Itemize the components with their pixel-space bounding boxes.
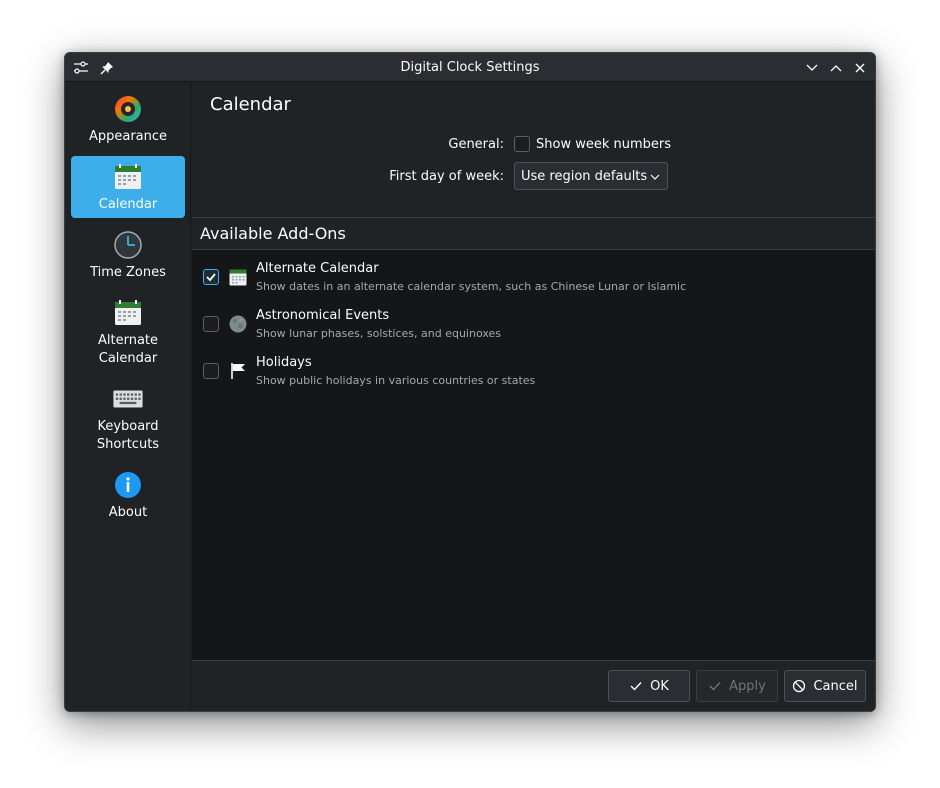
checkmark-icon <box>206 273 216 282</box>
sidebar-item-label: About <box>108 505 148 520</box>
calendar-settings-pane: Calendar General: Show week numbers Firs… <box>192 82 875 218</box>
addon-description: Show public holidays in various countrie… <box>256 374 536 387</box>
apply-button[interactable]: Apply <box>696 670 778 702</box>
addon-name: Astronomical Events <box>256 308 390 323</box>
show-week-numbers-label: Show week numbers <box>536 136 672 152</box>
sidebar-item-label: Keyboard Shortcuts <box>96 419 160 452</box>
addon-list: Alternate Calendar Show dates in an alte… <box>192 250 875 391</box>
cancel-label: Cancel <box>813 678 858 694</box>
list-item-alternate-calendar[interactable]: Alternate Calendar Show dates in an alte… <box>192 250 875 297</box>
sidebar-item-label: Appearance <box>88 129 168 144</box>
sidebar-item-appearance[interactable]: Appearance <box>71 88 185 150</box>
list-item-astronomical-events[interactable]: Astronomical Events Show lunar phases, s… <box>192 297 875 344</box>
addon-checkbox[interactable] <box>203 316 219 332</box>
show-week-numbers-checkbox[interactable] <box>514 136 530 152</box>
window-title: Digital Clock Settings <box>400 60 540 75</box>
addon-description: Show dates in an alternate calendar syst… <box>256 280 687 293</box>
list-item-holidays[interactable]: Holidays Show public holidays in various… <box>192 344 875 391</box>
ok-button[interactable]: OK <box>608 670 690 702</box>
dialog-button-bar: OK Apply Cancel <box>192 660 875 711</box>
title-bar[interactable]: Digital Clock Settings <box>65 53 875 82</box>
cancel-button[interactable]: Cancel <box>784 670 866 702</box>
pin-icon <box>100 62 113 75</box>
first-day-of-week-dropdown[interactable]: Use region defaults <box>514 162 668 190</box>
keyboard-icon <box>113 390 143 408</box>
first-day-label: First day of week: <box>389 169 504 184</box>
sidebar-item-label: Alternate Calendar <box>97 333 159 366</box>
general-label: General: <box>448 137 504 152</box>
info-icon <box>115 472 141 498</box>
sidebar-item-keyboard-shortcuts[interactable]: Keyboard Shortcuts <box>71 378 185 458</box>
addon-description: Show lunar phases, solstices, and equino… <box>256 327 502 340</box>
moon-icon <box>229 315 247 333</box>
checkmark-icon <box>709 682 721 691</box>
sidebar-item-time-zones[interactable]: Time Zones <box>71 224 185 286</box>
pin-button[interactable] <box>96 57 118 79</box>
settings-window: Digital Clock Settings Appearance Calend… <box>64 52 876 712</box>
sidebar-item-about[interactable]: About <box>71 464 185 526</box>
chevron-down-icon <box>650 174 660 180</box>
chevron-up-icon <box>830 65 842 72</box>
ok-label: OK <box>650 678 669 694</box>
category-sidebar: Appearance Calendar Time Zones Alternate… <box>65 82 191 711</box>
calendar-icon <box>115 164 141 189</box>
addons-title: Available Add-Ons <box>200 224 346 243</box>
maximize-button[interactable] <box>825 57 847 79</box>
apply-label: Apply <box>729 678 766 694</box>
cancel-icon <box>793 679 806 693</box>
calendar-icon <box>115 300 141 325</box>
checkmark-icon <box>630 682 642 691</box>
sidebar-item-label: Time Zones <box>90 265 166 280</box>
addons-header: Available Add-Ons <box>192 218 875 250</box>
window-menu-button[interactable] <box>70 57 92 79</box>
addon-name: Alternate Calendar <box>256 261 379 276</box>
chevron-down-icon <box>806 64 818 71</box>
sliders-icon <box>74 61 88 74</box>
show-week-numbers-row[interactable]: Show week numbers <box>514 136 671 152</box>
sidebar-item-alternate-calendar[interactable]: Alternate Calendar <box>71 292 185 372</box>
minimize-button[interactable] <box>801 57 823 79</box>
addon-checkbox[interactable] <box>203 269 219 285</box>
flag-icon <box>231 363 245 379</box>
sidebar-item-calendar[interactable]: Calendar <box>71 156 185 218</box>
page-title: Calendar <box>210 94 291 115</box>
sidebar-item-label: Calendar <box>98 197 158 212</box>
addon-checkbox[interactable] <box>203 363 219 379</box>
close-icon <box>855 63 865 73</box>
dropdown-value: Use region defaults <box>521 168 648 184</box>
addon-name: Holidays <box>256 355 312 370</box>
clock-icon <box>114 231 142 259</box>
close-button[interactable] <box>849 57 871 79</box>
calendar-icon <box>229 269 247 286</box>
content-area: Calendar General: Show week numbers Firs… <box>192 82 875 711</box>
color-wheel-icon <box>115 96 141 122</box>
